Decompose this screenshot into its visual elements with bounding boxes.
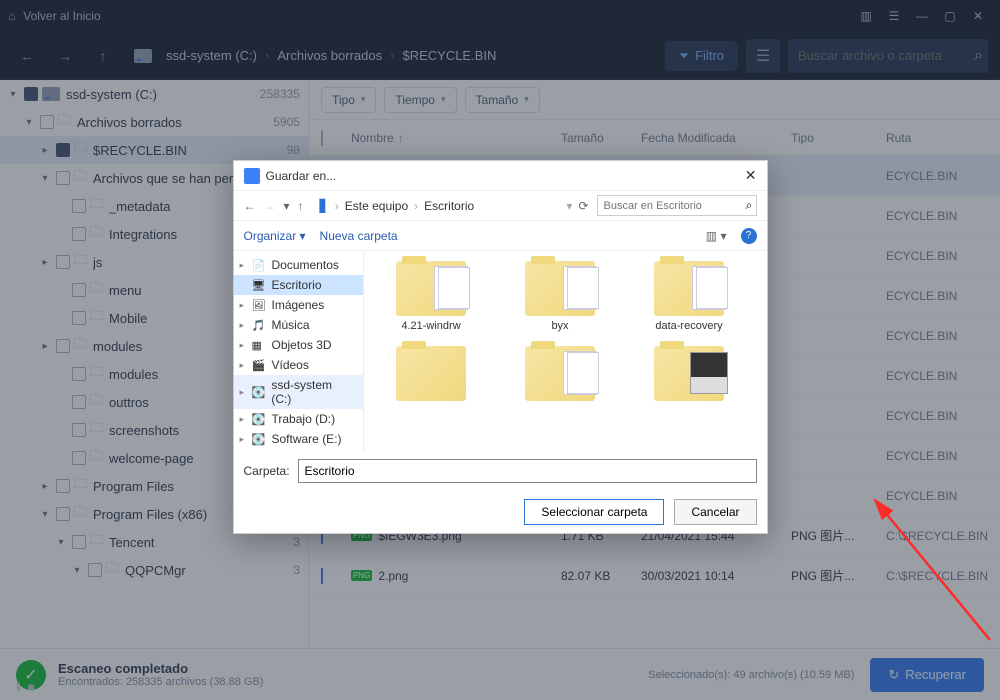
- view-mode-button[interactable]: ▥ ▾: [706, 229, 727, 243]
- location-icon: 💽: [252, 386, 266, 399]
- folder-item[interactable]: [374, 346, 489, 405]
- dialog-title: Guardar en...: [266, 169, 745, 183]
- cancel-button[interactable]: Cancelar: [674, 499, 756, 525]
- select-folder-button[interactable]: Seleccionar carpeta: [524, 499, 664, 525]
- location-icon: ▦: [252, 339, 266, 352]
- dialog-up-button[interactable]: ↑: [298, 199, 304, 213]
- dialog-side-item[interactable]: ▸ 📄 Documentos: [234, 255, 363, 275]
- dialog-search-icon[interactable]: ⌕: [746, 198, 753, 213]
- overlay: Guardar en... ✕ ← → ▾ ↑ ▋ › Este equipo …: [0, 0, 1000, 700]
- location-label: Trabajo (D:): [272, 412, 336, 426]
- folder-icon: [525, 261, 595, 316]
- dialog-search[interactable]: ⌕: [597, 195, 757, 216]
- dialog-side-item[interactable]: ▸ 💽 Software (E:): [234, 429, 363, 449]
- location-icon: 🖼: [252, 299, 266, 312]
- folder-icon: [525, 346, 595, 401]
- dialog-side-item[interactable]: ▸ 🎬 Vídeos: [234, 355, 363, 375]
- folder-input-label: Carpeta:: [244, 464, 290, 478]
- dialog-history-icon[interactable]: ▾: [284, 199, 290, 213]
- new-folder-button[interactable]: Nueva carpeta: [320, 229, 398, 243]
- folder-input[interactable]: [298, 459, 757, 483]
- expand-icon[interactable]: ▸: [240, 340, 245, 351]
- expand-icon[interactable]: ▸: [240, 260, 245, 271]
- location-label: Imágenes: [272, 298, 325, 312]
- dialog-search-input[interactable]: [604, 200, 746, 212]
- dialog-folder-grid[interactable]: 4.21-windrw byx data-recovery: [364, 251, 767, 451]
- dialog-forward-button[interactable]: →: [264, 199, 276, 213]
- expand-icon[interactable]: ▸: [240, 434, 245, 445]
- save-dialog: Guardar en... ✕ ← → ▾ ↑ ▋ › Este equipo …: [233, 160, 768, 534]
- location-icon: 🎵: [252, 319, 266, 332]
- expand-icon[interactable]: ▸: [240, 360, 245, 371]
- folder-item[interactable]: data-recovery: [632, 261, 747, 332]
- dialog-back-button[interactable]: ←: [244, 199, 256, 213]
- folder-label: 4.21-windrw: [401, 320, 460, 332]
- dialog-side-item[interactable]: ▸ 🖼 Imágenes: [234, 295, 363, 315]
- folder-item[interactable]: 4.21-windrw: [374, 261, 489, 332]
- organize-button[interactable]: Organizar ▾: [244, 229, 306, 243]
- location-icon: 📄: [252, 259, 266, 272]
- location-label: Software (E:): [272, 432, 342, 446]
- location-label: Escritorio: [272, 278, 322, 292]
- dialog-side-item[interactable]: 🖥 Escritorio: [234, 275, 363, 295]
- location-label: Vídeos: [272, 358, 309, 372]
- help-icon[interactable]: ?: [741, 228, 757, 244]
- location-icon: 💽: [252, 433, 266, 446]
- dialog-app-icon: [244, 168, 260, 184]
- folder-label: byx: [551, 320, 568, 332]
- folder-icon: [396, 346, 466, 401]
- expand-icon[interactable]: ▸: [240, 414, 245, 425]
- expand-icon[interactable]: ▸: [240, 387, 245, 398]
- folder-label: data-recovery: [655, 320, 722, 332]
- folder-icon: [654, 261, 724, 316]
- expand-icon[interactable]: ▸: [240, 320, 245, 331]
- folder-icon: [654, 346, 724, 401]
- folder-icon: [396, 261, 466, 316]
- dialog-refresh-icon[interactable]: ⟳: [578, 199, 588, 213]
- expand-icon[interactable]: ▸: [240, 300, 245, 311]
- folder-item[interactable]: [503, 346, 618, 405]
- location-label: Objetos 3D: [272, 338, 332, 352]
- folder-item[interactable]: [632, 346, 747, 405]
- dialog-breadcrumb[interactable]: ▋ › Este equipo › Escritorio ▾ ⟳: [320, 199, 589, 213]
- dialog-close-icon[interactable]: ✕: [745, 167, 757, 184]
- location-label: Documentos: [272, 258, 339, 272]
- location-icon: 💽: [252, 413, 266, 426]
- location-icon: 🎬: [252, 359, 266, 372]
- dialog-sidebar[interactable]: ▸ 📄 Documentos 🖥 Escritorio ▸ 🖼 Imágenes ▸ 🎵 Músic…: [234, 251, 364, 451]
- location-icon: 🖥: [252, 279, 266, 292]
- dialog-side-item[interactable]: ▸ ▦ Objetos 3D: [234, 335, 363, 355]
- location-label: ssd-system (C:): [271, 378, 354, 406]
- dialog-side-item[interactable]: ▸ 💽 Trabajo (D:): [234, 409, 363, 429]
- dialog-side-item[interactable]: ▸ 🎵 Música: [234, 315, 363, 335]
- location-label: Música: [272, 318, 310, 332]
- folder-item[interactable]: byx: [503, 261, 618, 332]
- dialog-side-item[interactable]: ▸ 💽 ssd-system (C:): [234, 375, 363, 409]
